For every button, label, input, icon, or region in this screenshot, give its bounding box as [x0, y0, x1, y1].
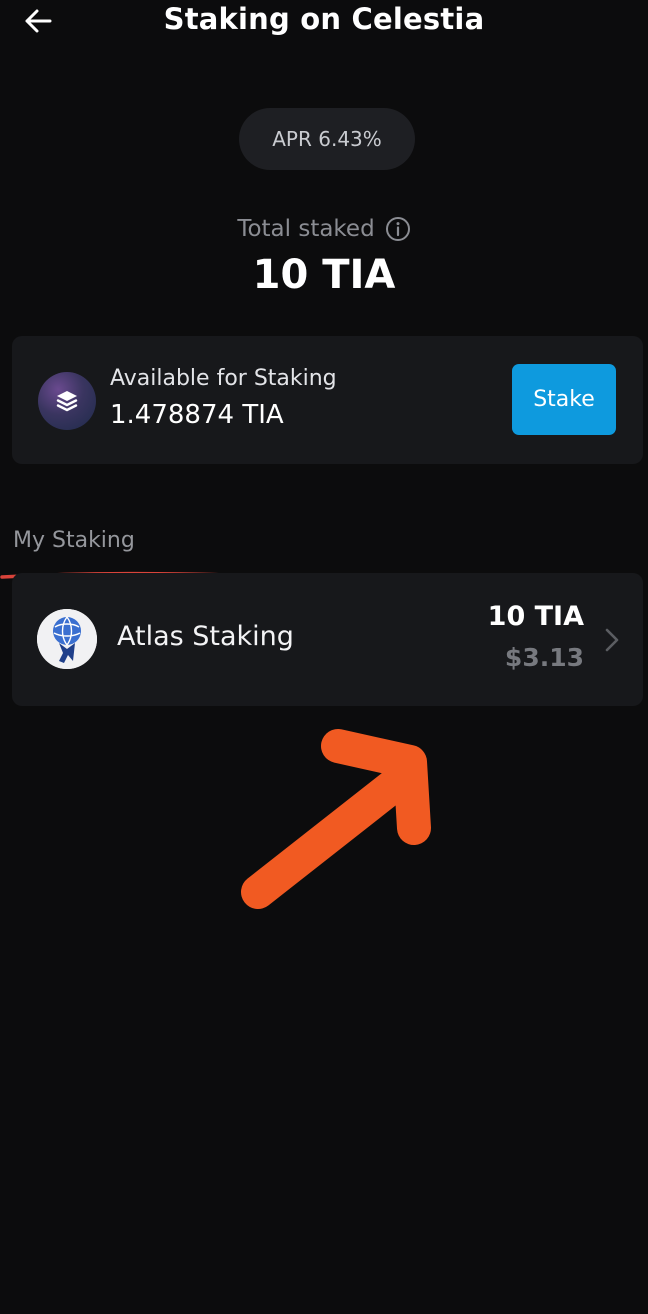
validator-name: Atlas Staking: [117, 621, 294, 652]
my-staking-title: My Staking: [13, 528, 135, 553]
atlas-globe-logo: [37, 609, 97, 669]
orange-arrow-annotation: [241, 729, 431, 909]
total-staked-label-row: Total staked: [0, 216, 648, 242]
stack-layers-icon: [38, 372, 96, 430]
validator-usd-value: $3.13: [504, 643, 584, 672]
page-title: Staking on Celestia: [163, 2, 485, 36]
total-staked-value: 10 TIA: [252, 252, 396, 298]
available-amount: 1.478874 TIA: [110, 400, 284, 430]
info-circle-icon[interactable]: [385, 216, 411, 242]
chevron-right-icon: [605, 628, 619, 652]
app-header: Staking on Celestia: [0, 0, 648, 44]
available-for-staking-card: Available for Staking 1.478874 TIA Stake: [12, 336, 643, 464]
validator-row-atlas-staking[interactable]: Atlas Staking 10 TIA $3.13: [12, 573, 643, 706]
available-label: Available for Staking: [110, 366, 337, 391]
apr-badge: APR 6.43%: [239, 108, 415, 170]
total-staked-label: Total staked: [237, 216, 375, 242]
stake-button[interactable]: Stake: [512, 364, 616, 435]
validator-staked-amount: 10 TIA: [487, 601, 584, 632]
